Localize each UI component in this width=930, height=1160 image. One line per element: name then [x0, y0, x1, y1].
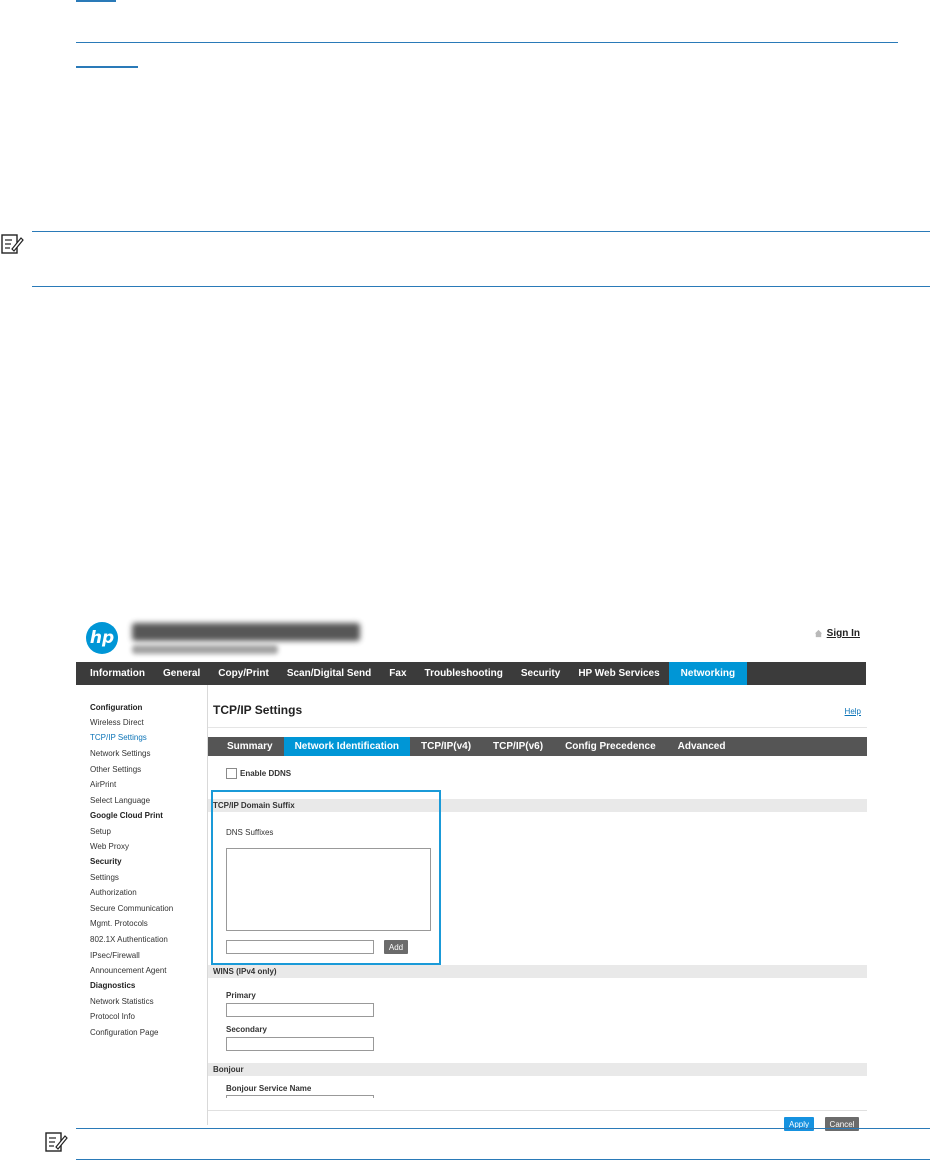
sidebar-head-configuration: Configuration [90, 703, 143, 712]
sidebar-head-google-cloud-print: Google Cloud Print [90, 811, 163, 820]
page-title: TCP/IP Settings [213, 703, 303, 717]
note-icon [45, 1132, 68, 1152]
sidebar-item-secure-communication[interactable]: Secure Communication [90, 904, 173, 913]
sidebar-item-authorization[interactable]: Authorization [90, 888, 137, 897]
tab-networking[interactable]: Networking [668, 662, 748, 685]
section-wins: WINS (IPv4 only) [208, 965, 867, 978]
sidebar-item-web-proxy[interactable]: Web Proxy [90, 842, 129, 851]
sidebar-item-other-settings[interactable]: Other Settings [90, 765, 141, 774]
note-top-rule [76, 1128, 930, 1129]
sign-in-link[interactable]: Sign In [814, 628, 860, 639]
ews-screenshot: hp Sign In Information General Copy/Prin… [76, 612, 867, 1131]
printer-name-blurred [132, 623, 360, 641]
tab-summary[interactable]: Summary [208, 737, 284, 756]
tab-troubleshooting[interactable]: Troubleshooting [416, 662, 512, 685]
sidebar-item-settings[interactable]: Settings [90, 873, 119, 882]
note-icon [1, 234, 24, 254]
tab-network-identification[interactable]: Network Identification [283, 737, 411, 756]
tab-scan-digital-send[interactable]: Scan/Digital Send [278, 662, 380, 685]
sidebar-item-announcement-agent[interactable]: Announcement Agent [90, 966, 167, 975]
enable-ddns-label: Enable DDNS [240, 769, 292, 778]
tab-information[interactable]: Information [76, 662, 154, 685]
sidebar-item-mgmt-protocols[interactable]: Mgmt. Protocols [90, 919, 148, 928]
bonjour-service-name-input[interactable] [226, 1095, 374, 1098]
doc-divider [76, 42, 898, 43]
doc-link-underline [76, 66, 138, 68]
footer-divider [208, 1110, 867, 1111]
sign-in-label[interactable]: Sign In [827, 628, 860, 639]
sidebar-item-airprint[interactable]: AirPrint [90, 780, 116, 789]
section-bonjour-title: Bonjour [213, 1065, 244, 1074]
sidebar-item-protocol-info[interactable]: Protocol Info [90, 1012, 135, 1021]
wins-secondary-input[interactable] [226, 1037, 374, 1051]
domain-suffix-highlight [211, 790, 441, 965]
tab-tcpip-v6[interactable]: TCP/IP(v6) [482, 737, 554, 756]
enable-ddns-checkbox[interactable] [226, 768, 237, 779]
sidebar-item-select-language[interactable]: Select Language [90, 796, 150, 805]
help-link[interactable]: Help [845, 707, 861, 716]
wins-primary-label: Primary [226, 991, 256, 1000]
sidebar-item-setup[interactable]: Setup [90, 827, 111, 836]
sidebar-item-8021x-authentication[interactable]: 802.1X Authentication [90, 935, 168, 944]
sidebar-item-network-settings[interactable]: Network Settings [90, 749, 150, 758]
section-bonjour: Bonjour [208, 1063, 867, 1076]
tab-copy-print[interactable]: Copy/Print [209, 662, 278, 685]
title-divider [208, 727, 867, 728]
sidebar-item-ipsec-firewall[interactable]: IPsec/Firewall [90, 951, 140, 960]
sidebar-head-diagnostics: Diagnostics [90, 981, 136, 990]
sidebar-item-network-statistics[interactable]: Network Statistics [90, 997, 154, 1006]
hp-logo-icon: hp [86, 622, 118, 654]
sidebar-head-security: Security [90, 857, 122, 866]
enable-ddns-option[interactable]: Enable DDNS [226, 768, 291, 779]
wins-primary-input[interactable] [226, 1003, 374, 1017]
tab-advanced[interactable]: Advanced [667, 737, 737, 756]
tab-fax[interactable]: Fax [380, 662, 415, 685]
note-bottom-rule [32, 286, 930, 287]
doc-link-underline [76, 0, 116, 2]
note-top-rule [32, 231, 930, 232]
sidebar-item-wireless-direct[interactable]: Wireless Direct [90, 718, 144, 727]
tab-security[interactable]: Security [512, 662, 569, 685]
printer-address-blurred [132, 645, 278, 654]
sidebar-item-configuration-page[interactable]: Configuration Page [90, 1028, 159, 1037]
home-icon [814, 629, 822, 638]
sidebar: Configuration Wireless Direct TCP/IP Set… [76, 685, 206, 1125]
tab-hp-web-services[interactable]: HP Web Services [569, 662, 668, 685]
wins-secondary-label: Secondary [226, 1025, 267, 1034]
section-wins-title: WINS (IPv4 only) [213, 967, 277, 976]
bonjour-service-name-label: Bonjour Service Name [226, 1084, 312, 1093]
main-nav: Information General Copy/Print Scan/Digi… [76, 662, 866, 685]
tab-config-precedence[interactable]: Config Precedence [554, 737, 667, 756]
tab-tcpip-v4[interactable]: TCP/IP(v4) [410, 737, 482, 756]
tab-general[interactable]: General [154, 662, 209, 685]
sub-nav: Summary Network Identification TCP/IP(v4… [208, 737, 867, 756]
sidebar-item-tcpip-settings[interactable]: TCP/IP Settings [90, 733, 147, 742]
